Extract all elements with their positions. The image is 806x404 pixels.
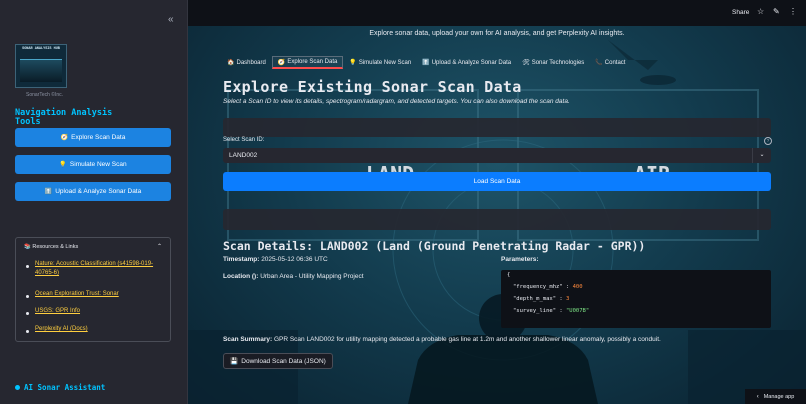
select-label: Select Scan ID: (223, 137, 265, 143)
sidebar-explore-button[interactable]: 🧭 Explore Scan Data (15, 128, 171, 147)
download-label: Download Scan Data (JSON) (241, 357, 326, 365)
tab-label: Upload & Analyze Sonar Data (431, 59, 512, 66)
timestamp-value: 2025-05-12 06:36 UTC (261, 256, 328, 263)
tab-label: Contact (604, 59, 626, 66)
parameters-label: Parameters: (501, 256, 539, 263)
logo-graphic (20, 59, 62, 82)
tab-label: Explore Scan Data (287, 59, 338, 65)
tab-bar: 🏠 Dashboard 🧭 Explore Scan Data 💡 Simulate … (222, 56, 631, 69)
scan-details-heading: Scan Details: LAND002 (Land (Ground Pene… (223, 239, 646, 253)
chevron-left-icon: ‹ (756, 393, 759, 400)
home-icon: 🏠 (227, 60, 235, 66)
tab-contact[interactable]: 📞 Contact (590, 56, 630, 69)
location-line: Location (): Urban Area - Utility Mappin… (223, 273, 364, 280)
sidebar-button-label: Simulate New Scan (69, 161, 127, 168)
upload-icon: ⬆️ (422, 60, 430, 66)
bullet-icon (26, 312, 29, 315)
summary-label: Scan Summary: (223, 336, 273, 343)
tab-sonar-technologies[interactable]: 🛠 Sonar Technologies (517, 56, 589, 69)
download-json-button[interactable]: 💾 Download Scan Data (JSON) (223, 353, 333, 369)
phone-icon: 📞 (595, 60, 603, 66)
json-row-frequency: "frequency_mhz" : 400 (513, 284, 583, 290)
help-icon[interactable]: ? (764, 137, 772, 145)
resources-header[interactable]: 📚 Resources & Links (24, 244, 78, 250)
bullet-icon (26, 295, 29, 298)
manage-app-button[interactable]: ‹ Manage app (745, 389, 806, 404)
tab-label: Dashboard (236, 59, 266, 66)
upload-icon: ⬆️ (44, 189, 53, 195)
chevron-down-icon[interactable]: ⌄ (752, 148, 771, 163)
sidebar: « SONAR ANALYSIS HUB SonarTech ©Inc. Nav… (0, 0, 188, 404)
sidebar-button-label: Upload & Analyze Sonar Data (55, 188, 142, 195)
tab-explore-scan-data[interactable]: 🧭 Explore Scan Data (271, 56, 344, 69)
load-scan-button[interactable]: Load Scan Data (223, 172, 771, 191)
select-value: LAND002 (229, 152, 258, 159)
intro-text: Explore sonar data, upload your own for … (369, 30, 625, 37)
sidebar-button-label: Explore Scan Data (71, 134, 126, 141)
floppy-disk-icon: 💾 (230, 358, 239, 365)
bullet-icon (26, 330, 29, 333)
dot-icon (15, 385, 20, 390)
star-icon[interactable]: ☆ (757, 7, 764, 16)
tab-dashboard[interactable]: 🏠 Dashboard (222, 56, 271, 69)
summary-text: GPR Scan LAND002 for utility mapping det… (273, 336, 661, 343)
sidebar-simulate-button[interactable]: 💡 Simulate New Scan (15, 155, 171, 174)
tab-upload-analyze[interactable]: ⬆️ Upload & Analyze Sonar Data (417, 56, 516, 69)
resource-link-nature[interactable]: Nature: Acoustic Classification (s41598-… (35, 260, 165, 278)
manage-app-label: Manage app (763, 393, 795, 400)
app-logo: SONAR ANALYSIS HUB (15, 44, 67, 88)
share-button[interactable]: Share (732, 9, 749, 16)
scan-id-select[interactable]: LAND002 ⌄ (223, 148, 771, 163)
chevron-up-icon[interactable]: ⌃ (157, 243, 162, 250)
location-value: Urban Area - Utility Mapping Project (260, 273, 364, 280)
lightbulb-icon: 💡 (349, 60, 357, 66)
lightbulb-icon: 💡 (59, 162, 67, 168)
tab-simulate-new-scan[interactable]: 💡 Simulate New Scan (344, 56, 416, 69)
ai-heading-text: AI Sonar Assistant (24, 383, 106, 392)
resources-expander: 📚 Resources & Links ⌃ Nature: Acoustic C… (15, 237, 171, 342)
compass-icon: 🧭 (60, 135, 69, 141)
resource-link-perplexity[interactable]: Perplexity AI (Docs) (35, 325, 165, 334)
tab-label: Sonar Technologies (531, 59, 585, 66)
edit-icon[interactable]: ✎ (773, 7, 780, 16)
ai-assistant-heading: AI Sonar Assistant (15, 383, 105, 392)
resource-link-ocean[interactable]: Ocean Exploration Trust: Sonar (35, 290, 165, 299)
scan-summary: Scan Summary: GPR Scan LAND002 for utili… (223, 336, 783, 343)
books-icon: 📚 (24, 244, 31, 250)
close-sidebar-icon[interactable]: « (168, 14, 174, 25)
tools-icon: 🛠 (522, 60, 530, 66)
page-title: Explore Existing Sonar Scan Data (223, 78, 522, 96)
logo-caption: SonarTech ©Inc. (26, 92, 64, 98)
compass-icon: 🧭 (277, 59, 286, 66)
json-row-survey: "survey_line" : "U007B" (513, 308, 590, 314)
json-row-depth: "depth_m_max" : 3 (513, 296, 570, 302)
sidebar-upload-button[interactable]: ⬆️ Upload & Analyze Sonar Data (15, 182, 171, 201)
logo-text: SONAR ANALYSIS HUB (22, 47, 60, 51)
page-subtitle: Select a Scan ID to view its details, sp… (223, 98, 570, 105)
json-open: { (507, 272, 511, 278)
bullet-icon (26, 265, 29, 268)
more-icon[interactable]: ⋮ (789, 7, 797, 16)
tab-label: Simulate New Scan (358, 59, 412, 66)
nav-heading: Navigation Analysis Tools (15, 108, 113, 127)
location-label: Location (): (223, 273, 259, 280)
placeholder-bar (223, 118, 771, 137)
parameters-json: { "frequency_mhz" : 400 "depth_m_max" : … (501, 270, 771, 328)
top-bar: Share ☆ ✎ ⋮ (188, 0, 806, 26)
timestamp-label: Timestamp: (223, 256, 260, 263)
status-bar (223, 209, 771, 230)
timestamp-line: Timestamp: 2025-05-12 06:36 UTC (223, 256, 328, 263)
resources-heading: Resources & Links (32, 244, 79, 250)
main-content: LAND AIR Share ☆ ✎ ⋮ Explore sonar data,… (188, 0, 806, 404)
resource-link-usgs[interactable]: USGS: GPR Info (35, 307, 165, 316)
